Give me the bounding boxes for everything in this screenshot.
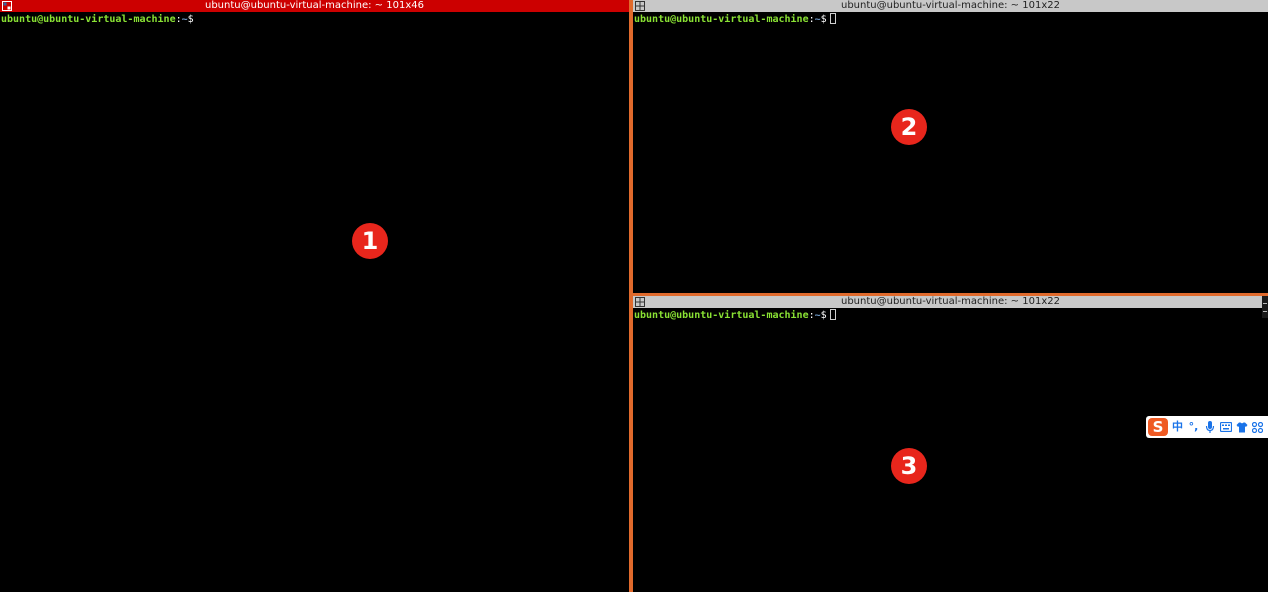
chinese-mode-toggle[interactable]: 中 xyxy=(1171,418,1184,436)
terminal-title-2: ubuntu@ubuntu-virtual-machine: ~ 101x22 xyxy=(841,0,1060,11)
terminal-pane-1[interactable]: ubuntu@ubuntu-virtual-machine: ~ 101x46 … xyxy=(0,0,629,592)
prompt-symbol: $ xyxy=(187,14,194,25)
prompt-user-host: ubuntu@ubuntu-virtual-machine xyxy=(634,310,809,321)
ime-toolbar[interactable]: S 中 °, xyxy=(1146,416,1268,438)
grid-icon[interactable] xyxy=(1251,421,1264,433)
prompt-symbol: $ xyxy=(820,310,827,321)
punctuation-toggle[interactable]: °, xyxy=(1187,418,1200,436)
sogou-logo-icon[interactable]: S xyxy=(1148,418,1168,436)
microphone-icon[interactable] xyxy=(1203,420,1216,434)
text-cursor xyxy=(829,13,836,24)
terminal-output-1[interactable]: ubuntu@ubuntu-virtual-machine:~$ xyxy=(0,12,629,26)
terminator-window: ubuntu@ubuntu-virtual-machine: ~ 101x46 … xyxy=(0,0,1268,592)
keyboard-icon[interactable] xyxy=(1219,422,1232,432)
annotation-badge-3: 3 xyxy=(891,448,927,484)
prompt-symbol: $ xyxy=(820,14,827,25)
annotation-badge-2: 2 xyxy=(891,109,927,145)
terminal-titlebar-3[interactable]: ubuntu@ubuntu-virtual-machine: ~ 101x22 xyxy=(633,296,1268,308)
prompt-user-host: ubuntu@ubuntu-virtual-machine xyxy=(1,14,176,25)
annotation-badge-1: 1 xyxy=(352,223,388,259)
terminal-pane-2[interactable]: ubuntu@ubuntu-virtual-machine: ~ 101x22 … xyxy=(633,0,1268,293)
text-cursor xyxy=(829,309,836,320)
prompt-user-host: ubuntu@ubuntu-virtual-machine xyxy=(634,14,809,25)
terminal-group-icon[interactable] xyxy=(635,1,645,11)
terminal-titlebar-1[interactable]: ubuntu@ubuntu-virtual-machine: ~ 101x46 xyxy=(0,0,629,12)
shirt-icon[interactable] xyxy=(1235,422,1248,433)
terminal-titlebar-2[interactable]: ubuntu@ubuntu-virtual-machine: ~ 101x22 xyxy=(633,0,1268,12)
terminal-title-3: ubuntu@ubuntu-virtual-machine: ~ 101x22 xyxy=(841,296,1060,307)
terminal-output-2[interactable]: ubuntu@ubuntu-virtual-machine:~$ xyxy=(633,12,1268,26)
terminal-group-icon[interactable] xyxy=(635,297,645,307)
terminal-pane-3[interactable]: ubuntu@ubuntu-virtual-machine: ~ 101x22 … xyxy=(633,296,1268,592)
terminal-output-3[interactable]: ubuntu@ubuntu-virtual-machine:~$ xyxy=(633,308,1268,322)
terminal-group-icon[interactable] xyxy=(2,1,12,11)
pane-resize-handle[interactable] xyxy=(1262,296,1268,318)
terminal-title-1: ubuntu@ubuntu-virtual-machine: ~ 101x46 xyxy=(205,0,424,11)
